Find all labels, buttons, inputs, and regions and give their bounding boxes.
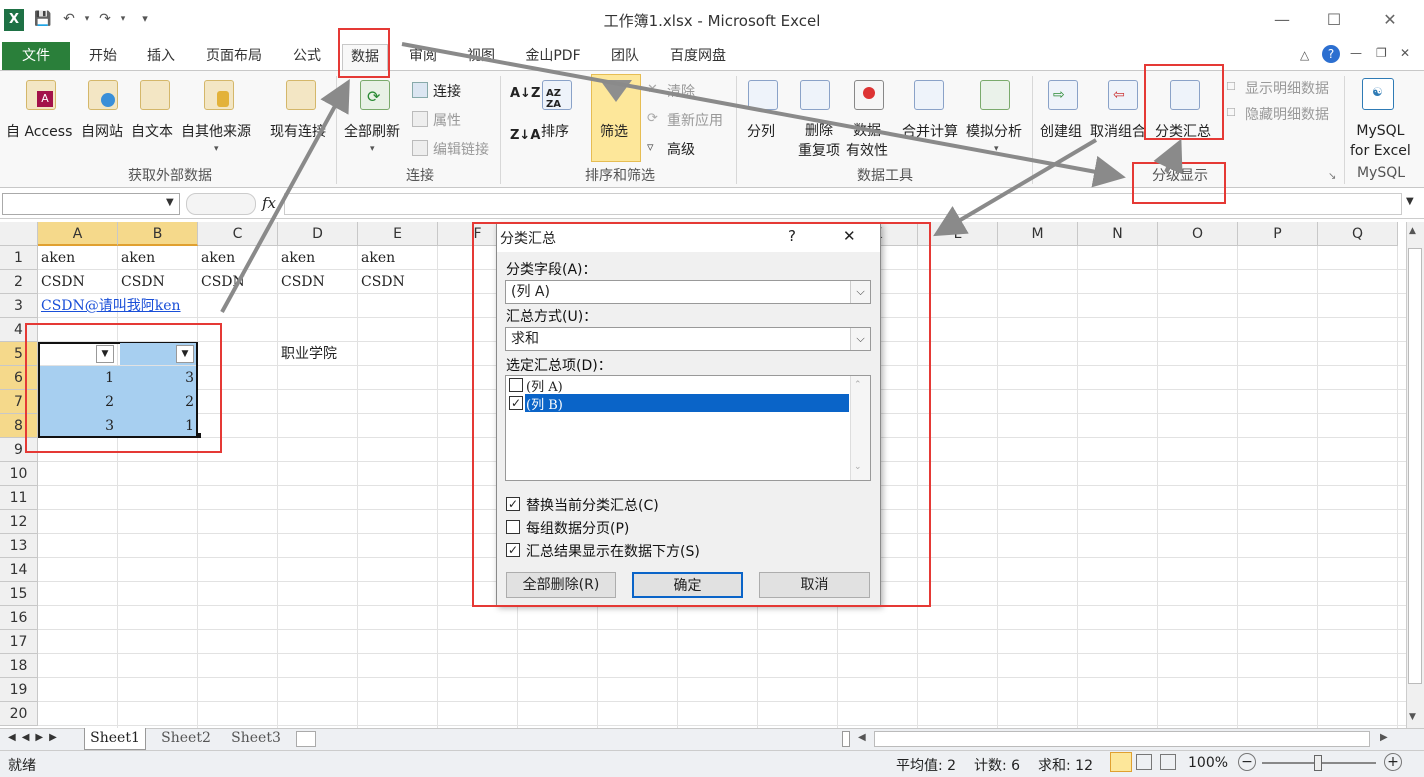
arrow-data-tab-to-outline: [401, 42, 1126, 188]
arrow-table-to-data-tab: [220, 78, 350, 313]
cell-b8[interactable]: 1: [118, 414, 198, 438]
cell-a6[interactable]: 1: [38, 366, 118, 390]
cell-a7[interactable]: 2: [38, 390, 118, 414]
annotation-arrows: [220, 42, 1183, 313]
cell-b6[interactable]: 3: [118, 366, 198, 390]
cell-b7[interactable]: 2: [118, 390, 198, 414]
arrow-outline-to-subtotal: [1153, 138, 1183, 175]
arrow-subtotal-to-dialog: [933, 138, 1098, 237]
cell-a8[interactable]: 3: [38, 414, 118, 438]
